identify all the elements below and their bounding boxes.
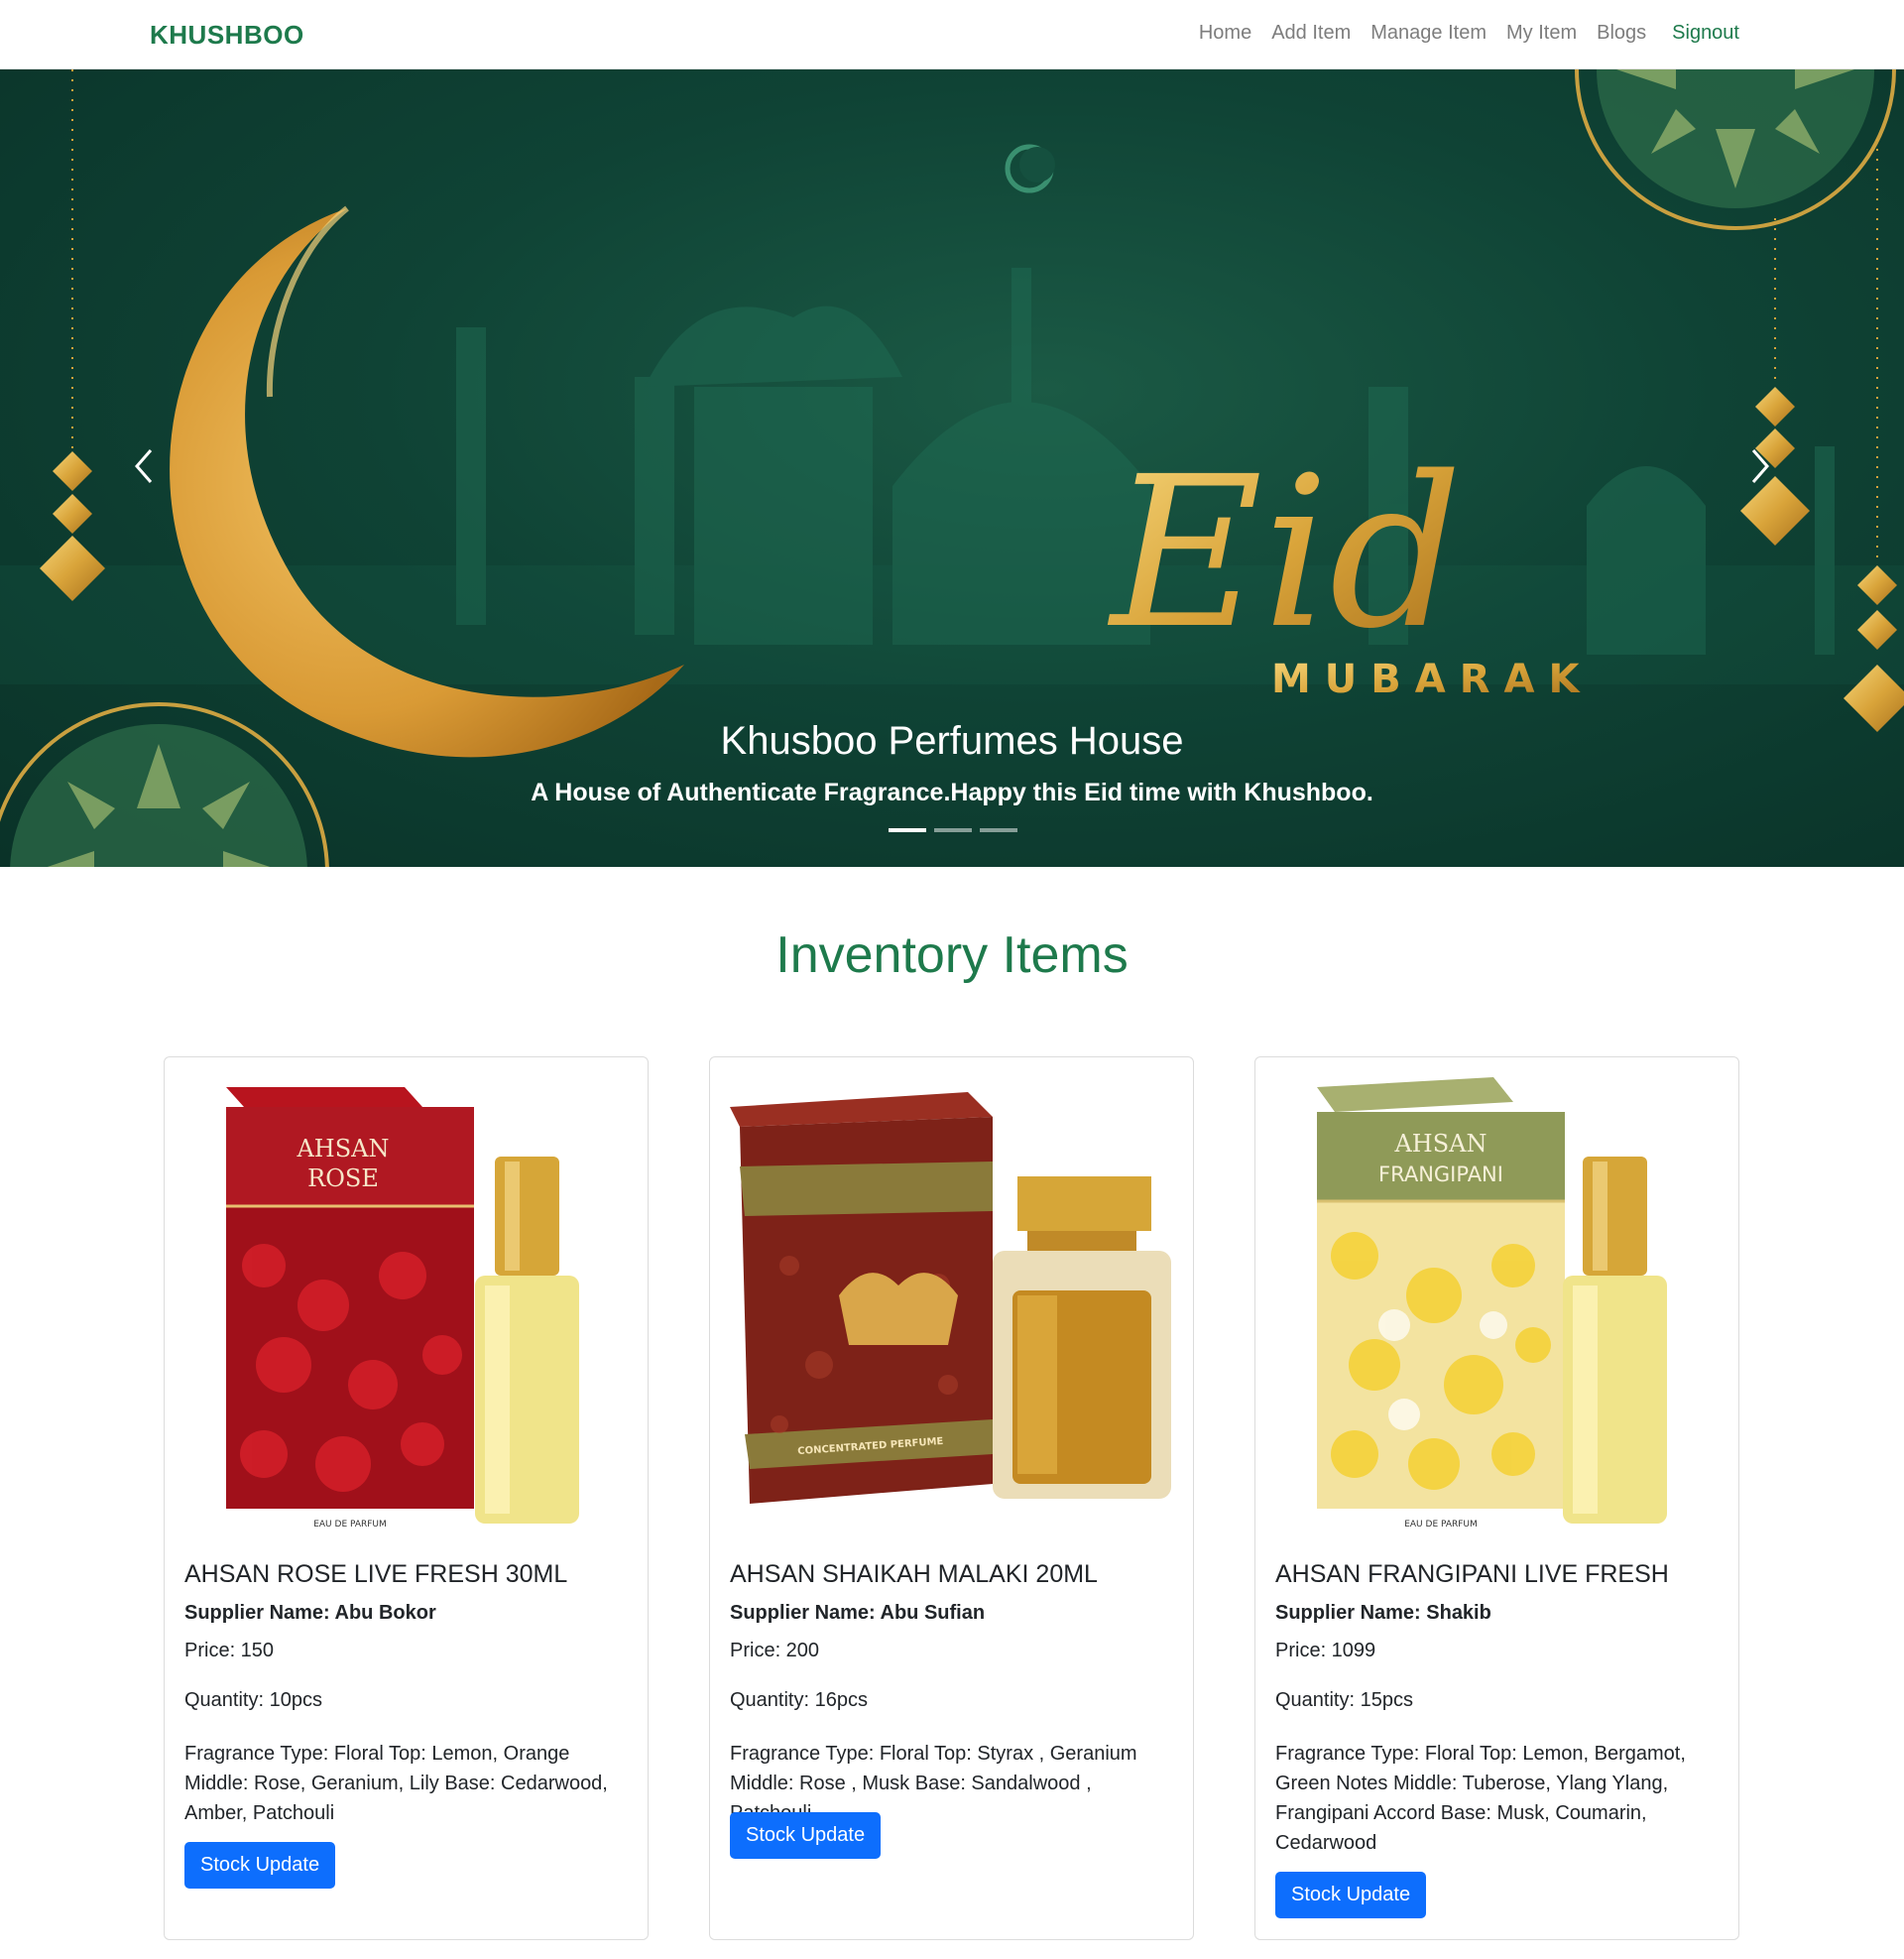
svg-text:EAU DE PARFUM: EAU DE PARFUM [1404, 1520, 1478, 1530]
stock-update-button[interactable]: Stock Update [730, 1812, 882, 1859]
product-image: CONCENTRATED PERFUME [720, 1067, 1183, 1543]
hero-carousel: Eid MUBARAK Khusboo Perfumes House A Hou… [0, 69, 1904, 867]
product-image: AHSAN FRANGIPANI EAU DE PARFUM [1265, 1067, 1728, 1543]
product-image: AHSAN ROSE EAU DE PARFUM [175, 1067, 638, 1543]
inventory-card: CONCENTRATED PERFUME AHSAN SHAIKAH MALAK… [709, 1056, 1194, 1940]
svg-text:AHSAN: AHSAN [1393, 1130, 1487, 1158]
stock-update-button[interactable]: Stock Update [184, 1842, 336, 1889]
product-description: Fragrance Type: Floral Top: Lemon, Orang… [184, 1743, 608, 1824]
svg-text:MUBARAK: MUBARAK [1271, 657, 1593, 702]
product-quantity: Quantity: 15pcs [1275, 1689, 1413, 1711]
product-name: AHSAN ROSE LIVE FRESH 30ML [184, 1560, 568, 1588]
product-name: AHSAN SHAIKAH MALAKI 20ML [730, 1560, 1098, 1588]
product-supplier: Supplier Name: Shakib [1275, 1602, 1491, 1624]
carousel-indicator-1[interactable] [889, 828, 926, 832]
navbar: KHUSHBOO Home Add Item Manage Item My It… [0, 0, 1904, 69]
chevron-left-icon [135, 449, 153, 483]
product-quantity: Quantity: 10pcs [184, 1689, 322, 1711]
nav-link-home[interactable]: Home [1199, 22, 1251, 45]
inventory-section-title: Inventory Items [775, 926, 1129, 984]
stock-update-button[interactable]: Stock Update [1275, 1872, 1427, 1918]
product-price: Price: 150 [184, 1640, 275, 1661]
chevron-right-icon [1751, 449, 1769, 483]
carousel-caption-title: Khusboo Perfumes House [720, 719, 1184, 763]
svg-text:Eid: Eid [1107, 431, 1463, 674]
carousel-indicator-2[interactable] [934, 828, 972, 832]
signout-link[interactable]: Signout [1672, 22, 1739, 45]
product-price: Price: 200 [730, 1640, 820, 1661]
carousel-next-button[interactable] [1731, 436, 1791, 496]
svg-text:AHSAN: AHSAN [296, 1135, 389, 1163]
svg-text:EAU DE PARFUM: EAU DE PARFUM [313, 1520, 387, 1530]
carousel-caption-subtitle: A House of Authenticate Fragrance.Happy … [531, 779, 1373, 806]
svg-text:ROSE: ROSE [307, 1164, 379, 1192]
nav-link-my-item[interactable]: My Item [1506, 22, 1577, 45]
nav-link-add-item[interactable]: Add Item [1271, 22, 1351, 45]
carousel-indicator-3[interactable] [980, 828, 1017, 832]
inventory-card: AHSAN FRANGIPANI EAU DE PARFUM AHSAN FRA… [1254, 1056, 1739, 1940]
product-name: AHSAN FRANGIPANI LIVE FRESH [1275, 1560, 1669, 1588]
carousel-prev-button[interactable] [113, 436, 173, 496]
nav-link-blogs[interactable]: Blogs [1597, 22, 1646, 45]
brand-logo[interactable]: KHUSHBOO [150, 20, 304, 51]
product-supplier: Supplier Name: Abu Sufian [730, 1602, 986, 1624]
product-description: Fragrance Type: Floral Top: Lemon, Berga… [1275, 1743, 1686, 1854]
carousel-indicators [889, 828, 1017, 832]
svg-text:FRANGIPANI: FRANGIPANI [1378, 1163, 1503, 1186]
inventory-card: AHSAN ROSE EAU DE PARFUM AHSAN ROSE LIVE… [164, 1056, 649, 1940]
product-supplier: Supplier Name: Abu Bokor [184, 1602, 436, 1624]
product-quantity: Quantity: 16pcs [730, 1689, 868, 1711]
product-price: Price: 1099 [1275, 1640, 1376, 1661]
nav-link-manage-item[interactable]: Manage Item [1370, 22, 1487, 45]
nav-links: Home Add Item Manage Item My Item Blogs … [1179, 22, 1739, 45]
